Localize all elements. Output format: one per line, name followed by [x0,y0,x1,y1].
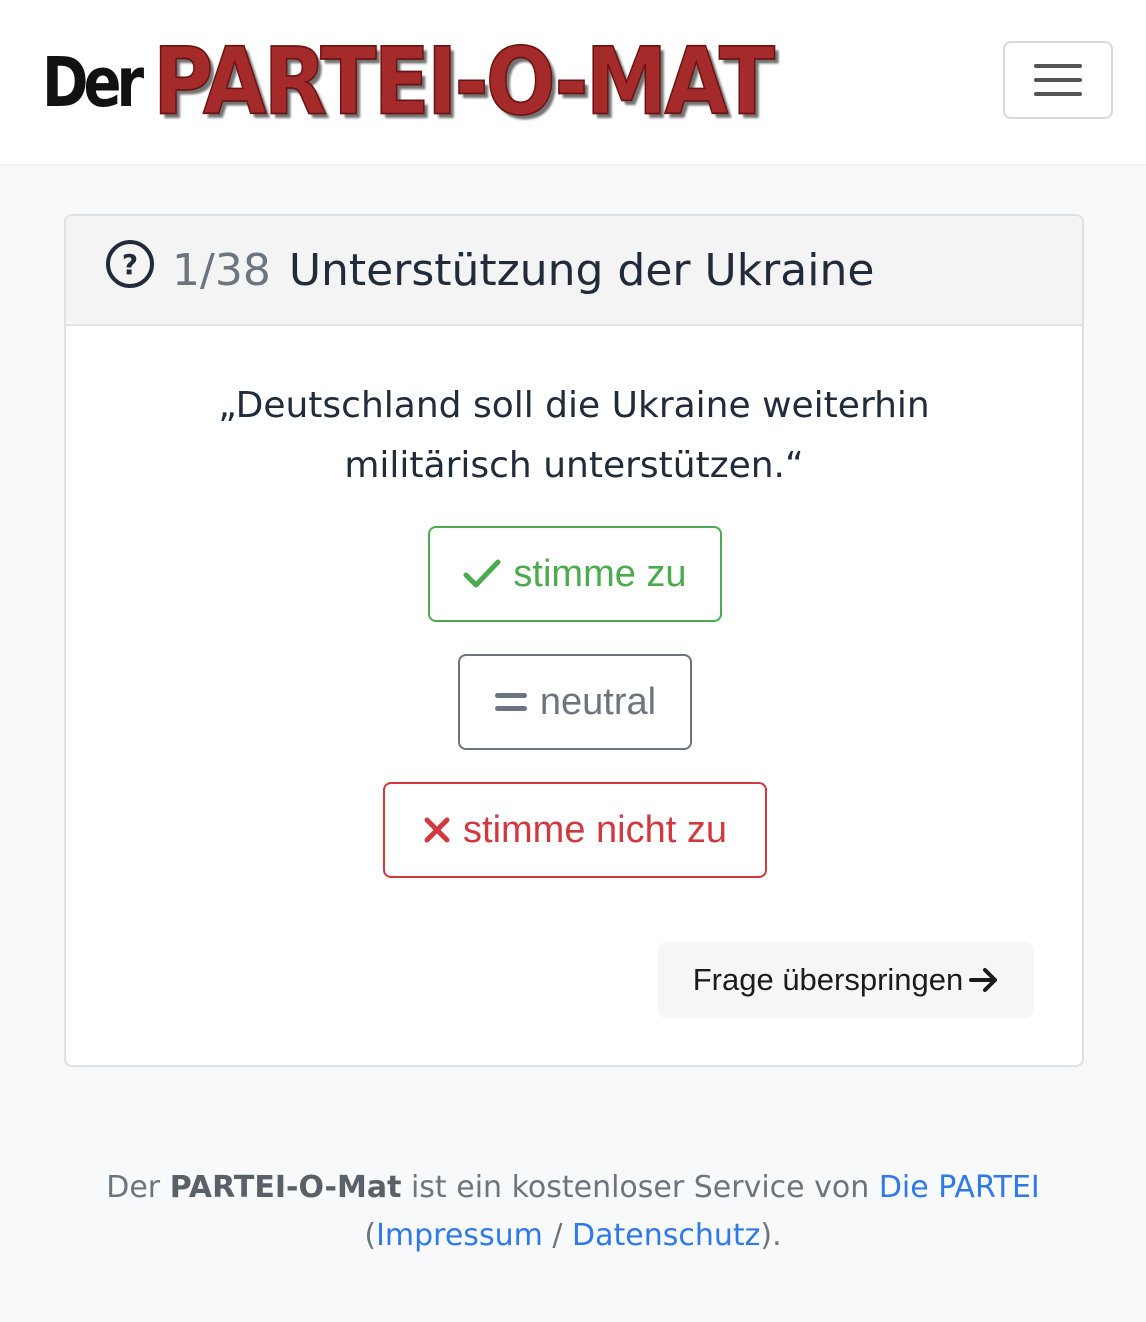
disagree-button[interactable]: stimme nicht zu [383,782,767,878]
footer-line-1: Der PARTEI-O-Mat ist ein kostenloser Ser… [0,1164,1146,1212]
datenschutz-link[interactable]: Datenschutz [572,1218,760,1253]
footer-line-2: (Impressum / Datenschutz). [0,1212,1146,1260]
impressum-link[interactable]: Impressum [376,1218,543,1253]
agree-label: stimme zu [513,552,687,595]
party-link[interactable]: Die PARTEI [879,1170,1040,1205]
question-statement: „Deutschland soll die Ukraine weiterhin … [218,385,930,486]
skip-question-button[interactable]: Frage überspringen [658,942,1034,1018]
hamburger-menu-icon [1034,64,1082,68]
footer-text-service: ist ein kostenloser Service von [410,1170,870,1205]
footer-text-der: Der [106,1170,161,1205]
agree-button[interactable]: stimme zu [428,526,722,622]
question-counter: 1/38 [172,244,271,296]
footer-close-paren: ). [760,1218,782,1253]
footer-brand: PARTEI-O-Mat [169,1170,402,1205]
question-title: Unterstützung der Ukraine [288,244,875,296]
brand-title: PARTEI-O-MAT [152,27,776,136]
menu-toggle-button[interactable] [1003,41,1113,119]
brand-logo[interactable]: Der PARTEI-O-MAT [42,27,785,136]
question-card: ? 1/38 Unterstützung der Ukraine „Deutsc… [64,214,1084,1067]
footer-separator: / [552,1218,563,1253]
check-icon [463,558,501,590]
brand-prefix: Der [42,43,144,123]
skip-label: Frage überspringen [692,962,964,997]
question-header: ? 1/38 Unterstützung der Ukraine [66,216,1082,326]
question-circle-icon[interactable]: ? [106,240,154,288]
x-icon [423,816,451,844]
neutral-label: neutral [539,680,657,723]
equals-icon [494,690,528,714]
navbar: Der PARTEI-O-MAT [0,0,1146,164]
footer-open-paren: ( [364,1218,377,1253]
neutral-button[interactable]: neutral [458,654,692,750]
footer: Der PARTEI-O-Mat ist ein kostenloser Ser… [0,1164,1146,1260]
disagree-label: stimme nicht zu [463,808,727,851]
arrow-right-icon [969,967,999,993]
